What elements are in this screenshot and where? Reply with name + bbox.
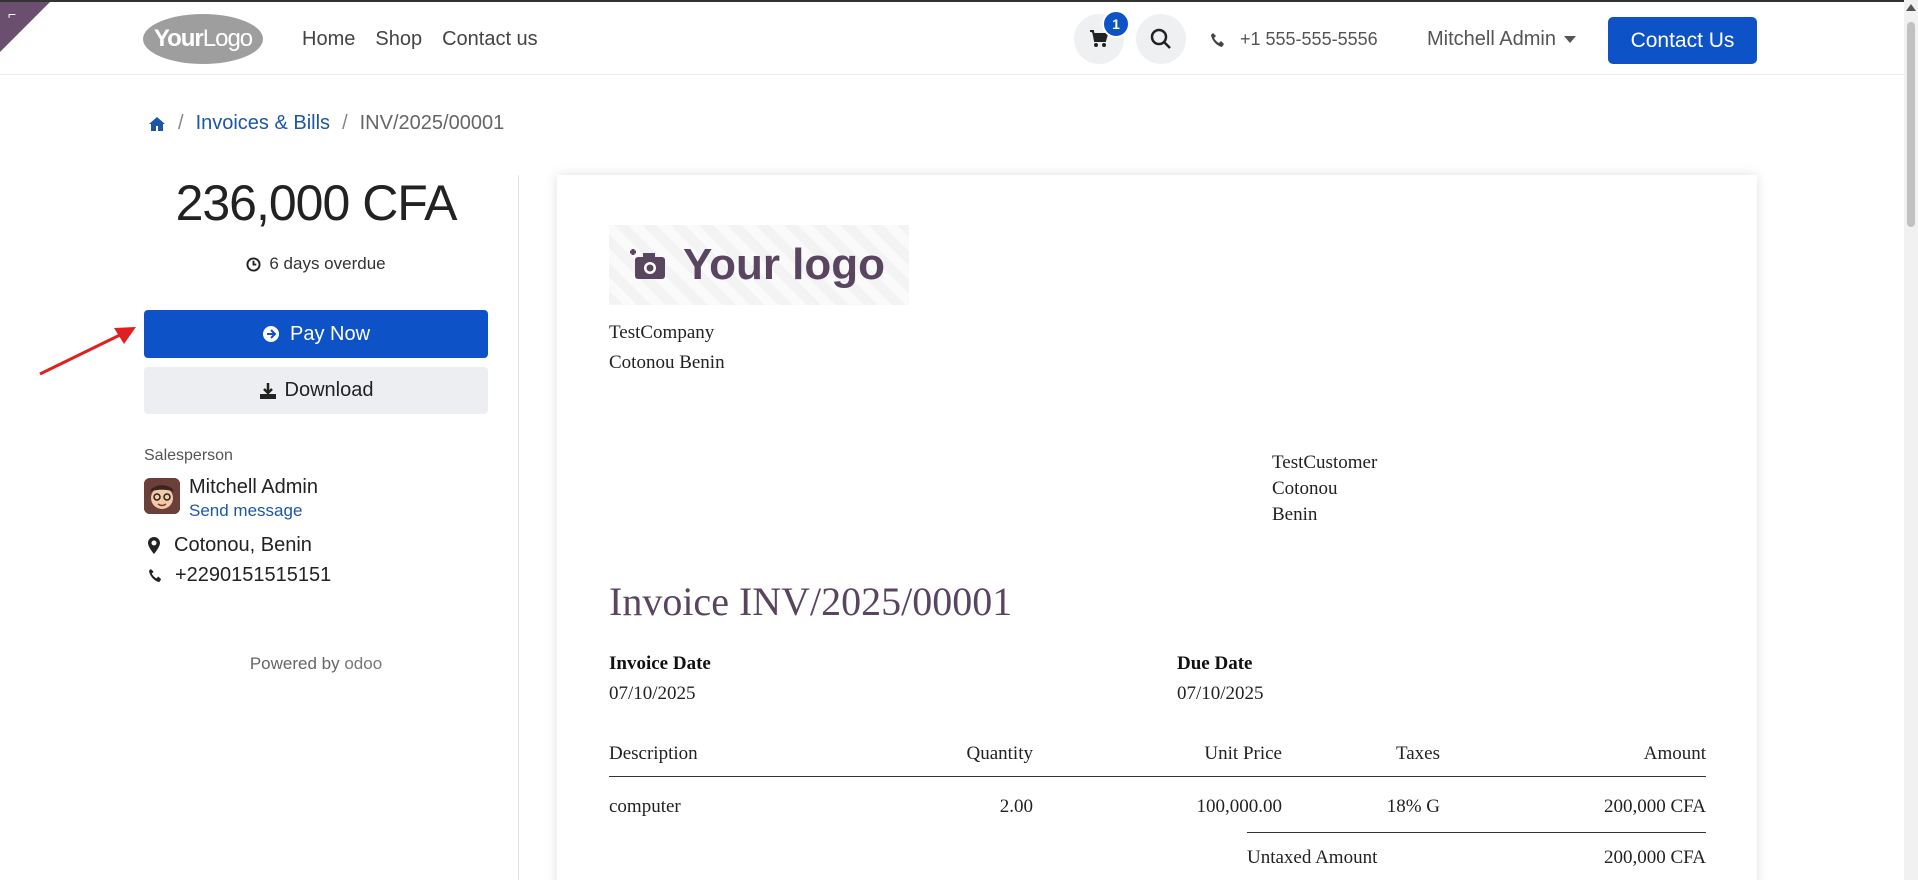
pay-now-label: Pay Now: [289, 322, 371, 345]
due-date-value: 07/10/2025: [1177, 683, 1264, 704]
nav-home[interactable]: Home: [302, 28, 355, 51]
salesperson-phone: +2290151515151: [148, 564, 331, 587]
arrow-circle-right-icon: [262, 326, 279, 342]
salesperson-location: Cotonou, Benin: [148, 534, 312, 557]
customer-address-block: TestCustomer Cotonou Benin: [1272, 450, 1377, 528]
col-unit-price: Unit Price: [1204, 743, 1282, 764]
pay-now-button[interactable]: Pay Now: [144, 310, 488, 358]
user-name: Mitchell Admin: [1427, 28, 1556, 50]
site-header: ⌐ Your Logo Home Shop Contact us 1 +1 555…: [0, 0, 1918, 75]
send-message-link[interactable]: Send message: [189, 501, 302, 521]
breadcrumb-invoices-link[interactable]: Invoices & Bills: [196, 112, 331, 135]
add-photo-icon: [630, 249, 665, 279]
invoice-lines-header: Description Quantity Unit Price Taxes Am…: [609, 743, 1706, 777]
breadcrumb-current: INV/2025/00001: [359, 112, 505, 134]
col-quantity: Quantity: [966, 743, 1034, 764]
due-date-label: Due Date: [1177, 653, 1253, 674]
line-unit-price: 100,000.00: [1196, 796, 1283, 817]
col-amount: Amount: [1643, 743, 1706, 764]
nav-shop[interactable]: Shop: [375, 28, 422, 51]
logo-text-light: Logo: [202, 25, 253, 52]
customer-country: Benin: [1272, 504, 1318, 525]
logo-placeholder-text: Your logo: [683, 240, 886, 289]
cart-button[interactable]: 1: [1074, 10, 1130, 64]
location-text: Cotonou, Benin: [174, 534, 312, 556]
overdue-text: 6 days overdue: [269, 254, 386, 273]
logo-text-bold: Your: [153, 25, 204, 52]
salesperson-avatar: [144, 478, 180, 514]
powered-by: Powered by odoo: [144, 654, 488, 674]
powered-by-text: Powered by: [249, 654, 340, 673]
amount-due: 236,000 CFA: [175, 175, 458, 231]
column-divider: [518, 175, 519, 880]
invoice-summary-panel: 236,000 CFA 6 days overdue Pay Now Downl…: [144, 170, 488, 673]
user-menu-dropdown[interactable]: Mitchell Admin: [1427, 28, 1576, 51]
scroll-up-arrow[interactable]: [1906, 4, 1916, 11]
header-phone-text: +1 555-555-5556: [1240, 29, 1378, 49]
site-logo[interactable]: Your Logo: [143, 14, 263, 64]
header-phone[interactable]: +1 555-555-5556: [1210, 29, 1378, 50]
customer-city: Cotonou: [1272, 478, 1338, 499]
map-marker-icon: [148, 537, 160, 554]
annotation-arrow: [39, 327, 136, 376]
nav-contact-us[interactable]: Contact us: [442, 28, 538, 51]
phone-icon: [148, 568, 162, 583]
subtotal-divider: [1247, 832, 1706, 833]
cart-count-badge: 1: [1102, 10, 1130, 38]
invoice-document: Your logo TestCompany Cotonou Benin Test…: [557, 175, 1757, 880]
customer-name: TestCustomer: [1272, 452, 1378, 473]
company-address: Cotonou Benin: [609, 352, 725, 373]
invoice-date-label: Invoice Date: [609, 653, 711, 674]
company-address-block: TestCompany Cotonou Benin: [609, 318, 725, 378]
home-icon[interactable]: [148, 116, 166, 132]
clock-icon: [246, 256, 261, 272]
col-description: Description: [609, 743, 698, 764]
overdue-status: 6 days overdue: [144, 254, 488, 274]
download-icon: [259, 382, 276, 399]
untaxed-value: 200,000 CFA: [1603, 847, 1706, 868]
search-icon: [1150, 28, 1171, 49]
line-quantity: 2.00: [999, 796, 1033, 817]
company-name: TestCompany: [609, 322, 715, 343]
invoice-title: Invoice INV/2025/00001: [609, 579, 1013, 624]
edit-corner-button[interactable]: ⌐: [0, 2, 50, 52]
download-label: Download: [284, 379, 374, 401]
breadcrumb-separator: /: [178, 112, 184, 134]
line-taxes: 18% G: [1386, 796, 1440, 817]
download-button[interactable]: Download: [144, 367, 488, 414]
untaxed-label: Untaxed Amount: [1247, 847, 1378, 868]
breadcrumb: / Invoices & Bills / INV/2025/00001: [148, 112, 504, 135]
scroll-thumb[interactable]: [1907, 22, 1915, 227]
table-row: computer 2.00 100,000.00 18% G 200,000 C…: [609, 796, 1706, 830]
phone-icon: [1211, 32, 1224, 47]
line-description: computer: [609, 796, 681, 817]
salesperson-name: Mitchell Admin: [189, 476, 318, 498]
chevron-down-icon: [1563, 36, 1576, 43]
invoice-date-value: 07/10/2025: [609, 683, 696, 704]
salesperson-label: Salesperson: [144, 447, 233, 464]
col-taxes: Taxes: [1395, 743, 1440, 764]
page-scrollbar[interactable]: [1904, 0, 1918, 880]
main-nav: Home Shop Contact us: [302, 28, 538, 51]
odoo-logo[interactable]: odoo: [344, 654, 382, 673]
line-amount: 200,000 CFA: [1603, 796, 1706, 817]
phone-text: +2290151515151: [175, 564, 332, 586]
search-button[interactable]: [1136, 14, 1186, 64]
breadcrumb-separator: /: [342, 112, 348, 134]
corner-icon: ⌐: [8, 6, 17, 22]
contact-us-button[interactable]: Contact Us: [1608, 17, 1757, 64]
company-logo-placeholder: Your logo: [609, 225, 909, 305]
